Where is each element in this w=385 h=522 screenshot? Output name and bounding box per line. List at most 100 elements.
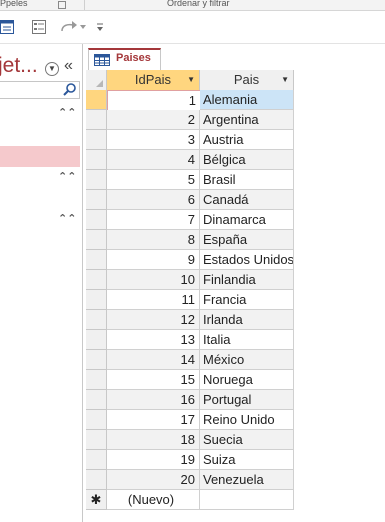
cell-idpais[interactable]: 9	[107, 250, 200, 270]
cell-idpais[interactable]: 11	[107, 290, 200, 310]
record-selector[interactable]	[86, 290, 107, 310]
cell-idpais[interactable]: 20	[107, 470, 200, 490]
column-header-idpais[interactable]: IdPais ▼	[107, 70, 200, 91]
cell-idpais[interactable]: 6	[107, 190, 200, 210]
cell-idpais[interactable]: 18	[107, 430, 200, 450]
column-header-pais[interactable]: Pais ▼	[200, 70, 294, 91]
cell-pais[interactable]: Suecia	[200, 430, 294, 450]
cell-idpais[interactable]: 1	[107, 90, 201, 111]
cell-idpais[interactable]: 12	[107, 310, 200, 330]
table-row[interactable]: 15 Noruega	[86, 370, 385, 390]
table-row[interactable]: 20 Venezuela	[86, 470, 385, 490]
customize-toolbar-icon[interactable]	[96, 19, 104, 35]
sort-filter-dropdown-icon[interactable]: ▼	[281, 70, 289, 90]
nav-pane-header[interactable]: jet... ▼ «	[0, 51, 82, 81]
record-selector[interactable]	[86, 430, 107, 450]
table-row[interactable]: 18 Suecia	[86, 430, 385, 450]
select-all-button[interactable]	[86, 70, 107, 91]
collapse-group-icon[interactable]: ⌃⌃	[58, 106, 76, 119]
cell-pais[interactable]: Noruega	[200, 370, 294, 390]
nav-search-input[interactable]	[0, 81, 80, 99]
cell-pais[interactable]: Suiza	[200, 450, 294, 470]
cell-pais[interactable]: Portugal	[200, 390, 294, 410]
nav-pane-menu-icon[interactable]: ▼	[45, 62, 59, 76]
cell-idpais[interactable]: 10	[107, 270, 200, 290]
cell-idpais[interactable]: 17	[107, 410, 200, 430]
record-selector[interactable]	[86, 210, 107, 230]
sort-filter-dropdown-icon[interactable]: ▼	[187, 70, 195, 90]
table-row[interactable]: 7 Dinamarca	[86, 210, 385, 230]
cell-pais[interactable]: Venezuela	[200, 470, 294, 490]
table-row[interactable]: 1 Alemania	[86, 90, 385, 111]
table-row[interactable]: 16 Portugal	[86, 390, 385, 410]
record-selector[interactable]	[86, 410, 107, 430]
table-row[interactable]: 14 México	[86, 350, 385, 370]
record-selector[interactable]	[86, 170, 107, 190]
dialog-launcher-icon[interactable]	[58, 1, 66, 9]
table-row[interactable]: 12 Irlanda	[86, 310, 385, 330]
table-row[interactable]: 5 Brasil	[86, 170, 385, 190]
record-selector[interactable]	[86, 130, 107, 150]
cell-pais[interactable]	[200, 490, 294, 510]
cell-idpais[interactable]: 19	[107, 450, 200, 470]
record-selector[interactable]	[86, 110, 107, 130]
table-row[interactable]: 17 Reino Unido	[86, 410, 385, 430]
collapse-group-icon[interactable]: ⌃⌃	[58, 170, 76, 183]
search-icon[interactable]	[63, 82, 77, 99]
collapse-pane-icon[interactable]: «	[64, 57, 73, 75]
cell-pais[interactable]: Bélgica	[200, 150, 294, 170]
cell-idpais[interactable]: 8	[107, 230, 200, 250]
cell-idpais[interactable]: 2	[107, 110, 200, 130]
table-row[interactable]: 10 Finlandia	[86, 270, 385, 290]
table-row[interactable]: 8 España	[86, 230, 385, 250]
record-selector[interactable]	[86, 90, 107, 110]
table-row[interactable]: 6 Canadá	[86, 190, 385, 210]
record-selector[interactable]	[86, 350, 107, 370]
record-selector[interactable]	[86, 470, 107, 490]
record-selector[interactable]	[86, 330, 107, 350]
cell-pais[interactable]: Alemania	[200, 90, 294, 110]
cell-pais[interactable]: Argentina	[200, 110, 294, 130]
collapse-group-icon[interactable]: ⌃⌃	[58, 212, 76, 225]
table-row[interactable]: 3 Austria	[86, 130, 385, 150]
record-selector[interactable]	[86, 150, 107, 170]
record-selector[interactable]	[86, 190, 107, 210]
redo-icon[interactable]	[60, 19, 78, 35]
table-row[interactable]: 11 Francia	[86, 290, 385, 310]
cell-idpais[interactable]: 15	[107, 370, 200, 390]
record-selector[interactable]	[86, 310, 107, 330]
cell-pais[interactable]: Austria	[200, 130, 294, 150]
record-selector[interactable]	[86, 270, 107, 290]
nav-pane-title[interactable]: jet...	[0, 54, 38, 78]
cell-pais[interactable]: Irlanda	[200, 310, 294, 330]
cell-idpais[interactable]: 3	[107, 130, 200, 150]
table-row[interactable]: 19 Suiza	[86, 450, 385, 470]
nav-item-selected[interactable]	[0, 146, 80, 167]
table-row[interactable]: 4 Bélgica	[86, 150, 385, 170]
cell-idpais[interactable]: 13	[107, 330, 200, 350]
cell-idpais[interactable]: 16	[107, 390, 200, 410]
record-selector[interactable]	[86, 230, 107, 250]
cell-idpais[interactable]: 4	[107, 150, 200, 170]
cell-pais[interactable]: Brasil	[200, 170, 294, 190]
new-record-cell[interactable]: (Nuevo)	[107, 490, 200, 510]
cell-pais[interactable]: México	[200, 350, 294, 370]
cell-pais[interactable]: España	[200, 230, 294, 250]
record-selector[interactable]	[86, 250, 107, 270]
record-selector[interactable]	[86, 450, 107, 470]
cell-idpais[interactable]: 5	[107, 170, 200, 190]
cell-pais[interactable]: Dinamarca	[200, 210, 294, 230]
cell-pais[interactable]: Reino Unido	[200, 410, 294, 430]
table-row[interactable]: 13 Italia	[86, 330, 385, 350]
cell-pais[interactable]: Finlandia	[200, 270, 294, 290]
new-record-row[interactable]: ✱ (Nuevo)	[86, 490, 385, 510]
cell-idpais[interactable]: 14	[107, 350, 200, 370]
list-view-icon[interactable]	[32, 19, 46, 35]
record-selector[interactable]	[86, 370, 107, 390]
cell-pais[interactable]: Canadá	[200, 190, 294, 210]
record-selector[interactable]	[86, 390, 107, 410]
cell-pais[interactable]: Estados Unidos	[200, 250, 294, 270]
new-record-icon[interactable]: ✱	[86, 490, 107, 510]
table-row[interactable]: 2 Argentina	[86, 110, 385, 130]
form-view-icon[interactable]	[0, 19, 14, 35]
